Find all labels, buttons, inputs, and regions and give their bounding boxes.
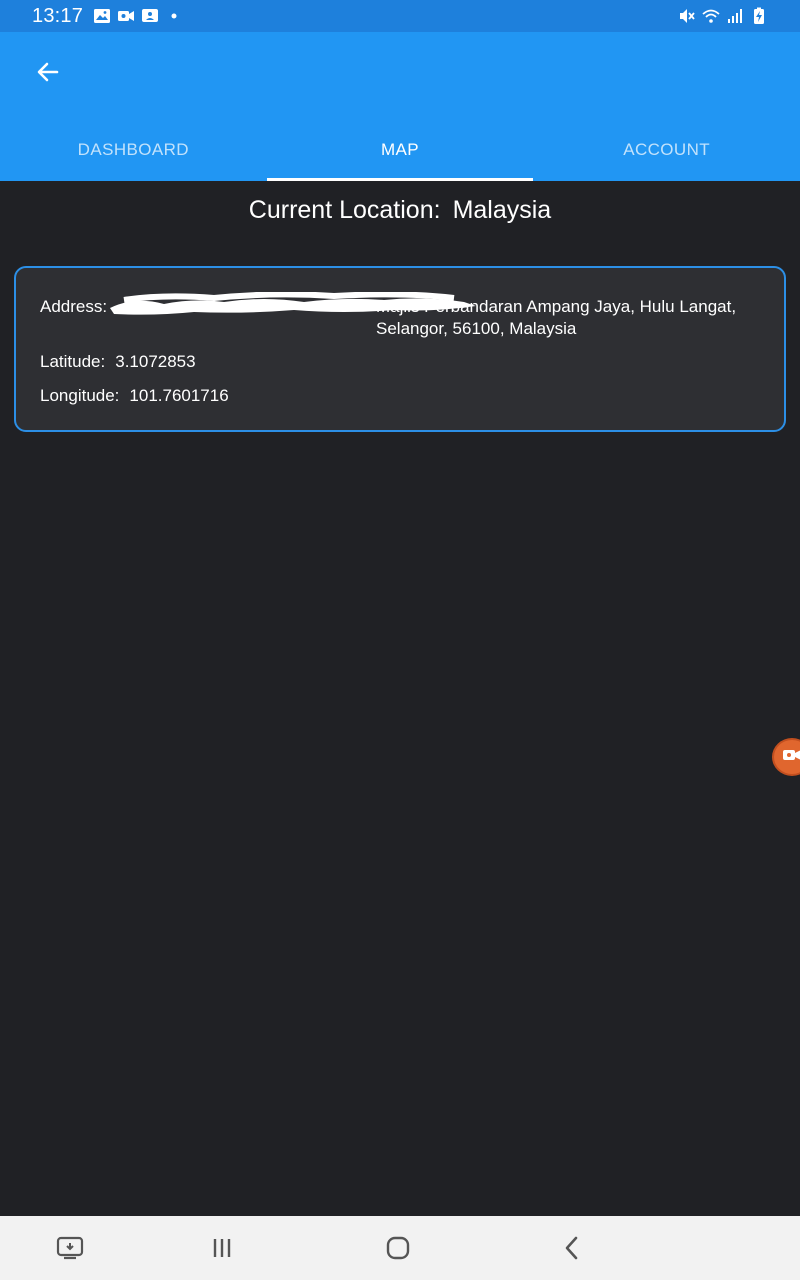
status-bar: 13:17 [0, 0, 800, 32]
video-icon [117, 7, 135, 25]
latitude-row: Latitude: 3.1072853 [40, 352, 196, 372]
longitude-label: Longitude: [40, 386, 120, 405]
arrow-left-icon [35, 59, 61, 90]
tab-map[interactable]: MAP [266, 119, 534, 181]
tab-account[interactable]: ACCOUNT [533, 119, 800, 181]
longitude-row: Longitude: 101.7601716 [40, 386, 229, 406]
current-location-heading: Current Location: Malaysia [0, 196, 800, 225]
back-button[interactable] [22, 54, 74, 94]
home-icon [385, 1235, 411, 1261]
address-redaction [110, 292, 476, 315]
status-time: 13:17 [32, 4, 84, 27]
recents-button[interactable] [206, 1232, 238, 1264]
screen-icon [141, 7, 159, 25]
current-location-label: Current Location: [248, 196, 441, 224]
signal-icon [726, 7, 744, 25]
app-bar: DASHBOARD MAP ACCOUNT [0, 32, 800, 181]
mute-icon [678, 7, 696, 25]
recents-icon [209, 1237, 235, 1259]
tab-bar: DASHBOARD MAP ACCOUNT [0, 119, 800, 181]
dot-icon [165, 7, 183, 25]
back-icon [561, 1235, 583, 1261]
tab-dashboard[interactable]: DASHBOARD [0, 119, 267, 181]
longitude-value: 101.7601716 [129, 386, 229, 405]
home-button[interactable] [382, 1232, 414, 1264]
status-right [678, 7, 768, 25]
screen-mirror-icon [56, 1235, 84, 1261]
current-location-country: Malaysia [452, 196, 552, 224]
system-nav-bar [0, 1216, 800, 1280]
video-record-icon [782, 747, 800, 768]
address-label: Address: [40, 297, 108, 316]
battery-icon [750, 7, 768, 25]
latitude-label: Latitude: [40, 352, 106, 371]
status-left: 13:17 [32, 5, 183, 28]
latitude-value: 3.1072853 [115, 352, 196, 371]
gallery-icon [93, 7, 111, 25]
location-info-card: Address: Majlis Perbandaran Ampang Jaya,… [14, 266, 786, 432]
screen-mirror-button[interactable] [54, 1232, 86, 1264]
wifi-icon [702, 7, 720, 25]
screen-recorder-button[interactable] [772, 738, 800, 776]
nav-back-button[interactable] [556, 1232, 588, 1264]
